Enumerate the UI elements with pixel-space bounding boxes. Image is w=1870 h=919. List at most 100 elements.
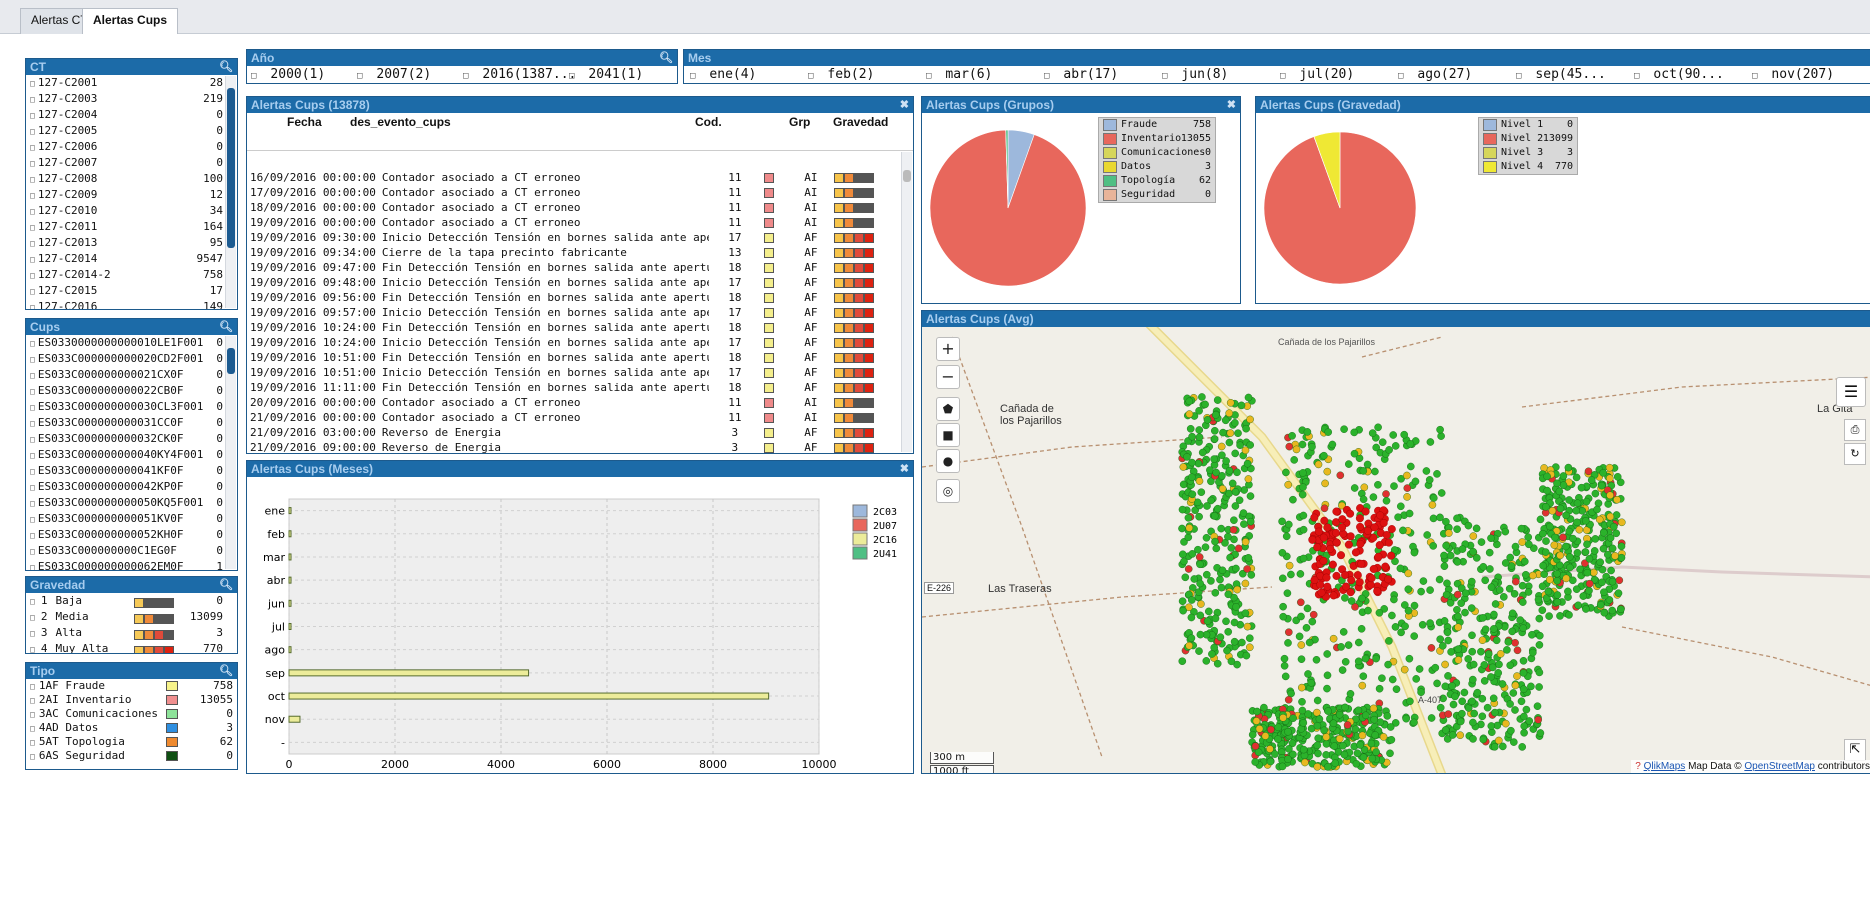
gravedad-item[interactable]: □ 1 Baja 0: [26, 593, 237, 609]
ct-item[interactable]: □ 127-C2013 95: [26, 235, 237, 251]
checkbox-icon[interactable]: □: [30, 143, 35, 152]
ct-item[interactable]: □ 127-C2011 164: [26, 219, 237, 235]
gravedad-item[interactable]: □ 2 Media 13099: [26, 609, 237, 625]
osm-link[interactable]: OpenStreetMap: [1744, 761, 1815, 772]
table-row[interactable]: 21/09/2016 03:00:00 Reverso de Energia 3 AF: [247, 425, 901, 440]
mes-item[interactable]: □ jun(8): [1162, 67, 1228, 83]
checkbox-icon[interactable]: □: [30, 419, 35, 428]
refresh-icon[interactable]: ↻: [1844, 443, 1866, 465]
checkbox-icon[interactable]: □: [30, 563, 35, 570]
table-row[interactable]: 19/09/2016 09:56:00 Fin Detección Tensión…: [247, 290, 901, 305]
ct-item[interactable]: □ 127-C2014-2 758: [26, 267, 237, 283]
checkbox-icon[interactable]: □: [1634, 71, 1639, 81]
cups-item[interactable]: □ ES033C000000000062EM0F 1: [26, 559, 237, 570]
close-icon[interactable]: ✖: [900, 97, 909, 113]
checkbox-icon[interactable]: □: [30, 515, 35, 524]
checkbox-icon[interactable]: □: [30, 223, 35, 232]
table-row[interactable]: 19/09/2016 09:30:00 Inicio Detección Tens…: [247, 230, 901, 245]
checkbox-icon[interactable]: □: [30, 255, 35, 264]
cups-item[interactable]: □ ES033C000000000040KY4F001 0: [26, 447, 237, 463]
checkbox-icon[interactable]: □: [30, 696, 35, 705]
locate-icon[interactable]: ◎: [936, 479, 960, 503]
gravedad-item[interactable]: □ 3 Alta 3: [26, 625, 237, 641]
checkbox-icon[interactable]: □: [30, 403, 35, 412]
checkbox-icon[interactable]: □: [30, 339, 35, 348]
checkbox-icon[interactable]: □: [1162, 71, 1167, 81]
close-icon[interactable]: ✖: [900, 461, 909, 477]
mes-item[interactable]: □ mar(6): [926, 67, 992, 83]
table-row[interactable]: 19/09/2016 09:57:00 Inicio Detección Tens…: [247, 305, 901, 320]
table-row[interactable]: 21/09/2016 00:00:00 Contador asociado a C…: [247, 410, 901, 425]
checkbox-icon[interactable]: □: [30, 271, 35, 280]
table-row[interactable]: 19/09/2016 10:51:00 Inicio Detección Tens…: [247, 365, 901, 380]
bar[interactable]: [288, 646, 292, 654]
tab-alertas-cups[interactable]: Alertas Cups: [82, 8, 179, 34]
checkbox-icon[interactable]: □: [30, 613, 35, 622]
col-fecha[interactable]: Fecha: [287, 115, 322, 129]
search-icon[interactable]: 🔍︎: [219, 59, 233, 75]
checkbox-icon[interactable]: □: [30, 355, 35, 364]
checkbox-icon[interactable]: □: [30, 387, 35, 396]
checkbox-icon[interactable]: □: [30, 738, 35, 747]
checkbox-icon[interactable]: □: [251, 71, 256, 81]
checkbox-icon[interactable]: □: [357, 71, 362, 81]
checkbox-icon[interactable]: □: [1280, 71, 1285, 81]
table-row[interactable]: 19/09/2016 09:34:00 Cierre de la tapa pre…: [247, 245, 901, 260]
ct-item[interactable]: □ 127-C2009 12: [26, 187, 237, 203]
ct-item[interactable]: □ 127-C2005 0: [26, 123, 237, 139]
ct-item[interactable]: □ 127-C2006 0: [26, 139, 237, 155]
mes-item[interactable]: □ sep(45...: [1516, 67, 1606, 83]
table-row[interactable]: 19/09/2016 10:51:00 Fin Detección Tensión…: [247, 350, 901, 365]
checkbox-icon[interactable]: □: [30, 467, 35, 476]
cups-item[interactable]: □ ES033C000000000C1EG0F 0: [26, 543, 237, 559]
checkbox-icon[interactable]: □: [30, 207, 35, 216]
checkbox-icon[interactable]: □: [569, 71, 574, 81]
checkbox-icon[interactable]: □: [1752, 71, 1757, 81]
mes-item[interactable]: □ ago(27): [1398, 67, 1472, 83]
checkbox-icon[interactable]: □: [808, 71, 813, 81]
table-row[interactable]: 21/09/2016 09:00:00 Reverso de Energia 3 AF: [247, 440, 901, 453]
tipo-item[interactable]: □ 3AC Comunicaciones 0: [26, 707, 237, 721]
search-icon[interactable]: 🔍︎: [219, 577, 233, 593]
cups-item[interactable]: □ ES033C000000000032CK0F 0: [26, 431, 237, 447]
bar[interactable]: [288, 553, 292, 561]
anio-item[interactable]: □ 2016(1387...: [463, 67, 576, 83]
checkbox-icon[interactable]: □: [30, 239, 35, 248]
cups-item[interactable]: □ ES033C000000000051KV0F 0: [26, 511, 237, 527]
table-row[interactable]: 18/09/2016 00:00:00 Contador asociado a C…: [247, 200, 901, 215]
ct-item[interactable]: □ 127-C2007 0: [26, 155, 237, 171]
checkbox-icon[interactable]: □: [30, 435, 35, 444]
map-canvas[interactable]: + − ⬟ ■ ● ◎ Cañada de los Pajarillos Cañ…: [922, 327, 1870, 773]
table-row[interactable]: 17/09/2016 00:00:00 Contador asociado a C…: [247, 185, 901, 200]
checkbox-icon[interactable]: □: [1044, 71, 1049, 81]
cups-item[interactable]: □ ES033C000000000052KH0F 0: [26, 527, 237, 543]
ct-scrollbar[interactable]: [225, 76, 236, 308]
ct-item[interactable]: □ 127-C2004 0: [26, 107, 237, 123]
zoom-in-button[interactable]: +: [936, 337, 960, 361]
mes-item[interactable]: □ nov(207): [1752, 67, 1834, 83]
ct-item[interactable]: □ 127-C2008 100: [26, 171, 237, 187]
col-des-evento[interactable]: des_evento_cups: [350, 115, 451, 129]
bar[interactable]: [288, 669, 530, 677]
ct-item[interactable]: □ 127-C2001 28: [26, 75, 237, 91]
checkbox-icon[interactable]: □: [30, 79, 35, 88]
table-scrollbar[interactable]: [901, 152, 912, 452]
cups-item[interactable]: □ ES033C000000000031CC0F 0: [26, 415, 237, 431]
tipo-item[interactable]: □ 4AD Datos 3: [26, 721, 237, 735]
checkbox-icon[interactable]: □: [30, 287, 35, 296]
cups-item[interactable]: □ ES0330000000000010LE1F001 0: [26, 335, 237, 351]
checkbox-icon[interactable]: □: [1398, 71, 1403, 81]
col-gravedad[interactable]: Gravedad: [833, 115, 888, 129]
tipo-item[interactable]: □ 1AF Fraude 758: [26, 679, 237, 693]
cups-scrollbar[interactable]: [225, 336, 236, 569]
anio-item[interactable]: □ 2007(2): [357, 67, 431, 83]
table-row[interactable]: 19/09/2016 10:24:00 Inicio Detección Tens…: [247, 335, 901, 350]
search-icon[interactable]: 🔍︎: [659, 50, 673, 66]
mes-item[interactable]: □ abr(17): [1044, 67, 1118, 83]
checkbox-icon[interactable]: □: [30, 682, 35, 691]
table-row[interactable]: 20/09/2016 00:00:00 Contador asociado a C…: [247, 395, 901, 410]
bar[interactable]: [288, 530, 292, 538]
checkbox-icon[interactable]: □: [30, 95, 35, 104]
checkbox-icon[interactable]: □: [30, 127, 35, 136]
cups-item[interactable]: □ ES033C000000000030CL3F001 0: [26, 399, 237, 415]
